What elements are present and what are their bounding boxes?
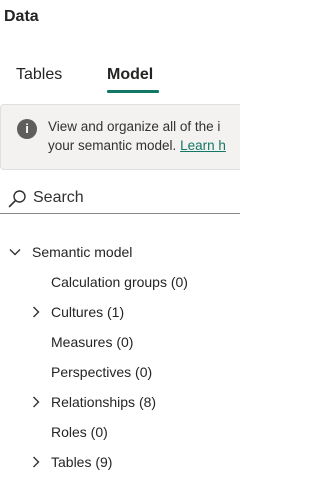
info-banner: i View and organize all of the i your se… — [0, 104, 240, 170]
tab-tables[interactable]: Tables — [16, 64, 62, 86]
pane-title: Data — [4, 8, 39, 25]
tree-node-tables[interactable]: Tables (9) — [0, 447, 240, 477]
tree-node-relationships[interactable]: Relationships (8) — [0, 387, 240, 417]
data-pane: Data Tables Model i View and organize al… — [0, 0, 240, 487]
chevron-down-icon[interactable] — [9, 246, 21, 258]
tree-node-label: Measures (0) — [51, 334, 134, 350]
tree-node-label: Roles (0) — [51, 424, 108, 440]
tree-node-label: Perspectives (0) — [51, 364, 153, 380]
tree-node-label: Tables (9) — [51, 454, 113, 470]
tree-node-calculation-groups[interactable]: Calculation groups (0) — [0, 267, 240, 297]
search-icon — [8, 190, 26, 208]
tab-model[interactable]: Model — [107, 64, 153, 86]
tab-bar: Tables Model — [0, 60, 240, 96]
tree-node-measures[interactable]: Measures (0) — [0, 327, 240, 357]
tree-node-roles[interactable]: Roles (0) — [0, 417, 240, 447]
learn-more-link[interactable]: Learn h — [180, 138, 226, 153]
tree-node-label: Semantic model — [32, 244, 133, 260]
info-message: View and organize all of the i your sema… — [48, 117, 240, 155]
tree-node-label: Calculation groups (0) — [51, 274, 188, 290]
info-line-2: your semantic model. — [48, 138, 181, 153]
tree-node-cultures[interactable]: Cultures (1) — [0, 297, 240, 327]
tree-node-label: Relationships (8) — [51, 394, 157, 410]
info-icon: i — [17, 119, 37, 139]
chevron-right-icon[interactable] — [30, 456, 42, 468]
search-box — [0, 184, 240, 214]
tree-node-semantic-model[interactable]: Semantic model — [0, 237, 240, 267]
chevron-right-icon[interactable] — [30, 396, 42, 408]
tree-node-perspectives[interactable]: Perspectives (0) — [0, 357, 240, 387]
selected-tab-indicator — [107, 90, 159, 93]
chevron-right-icon[interactable] — [30, 306, 42, 318]
info-line-1: View and organize all of the i — [48, 119, 221, 134]
tree-node-label: Cultures (1) — [51, 304, 125, 320]
search-input[interactable] — [33, 187, 233, 209]
